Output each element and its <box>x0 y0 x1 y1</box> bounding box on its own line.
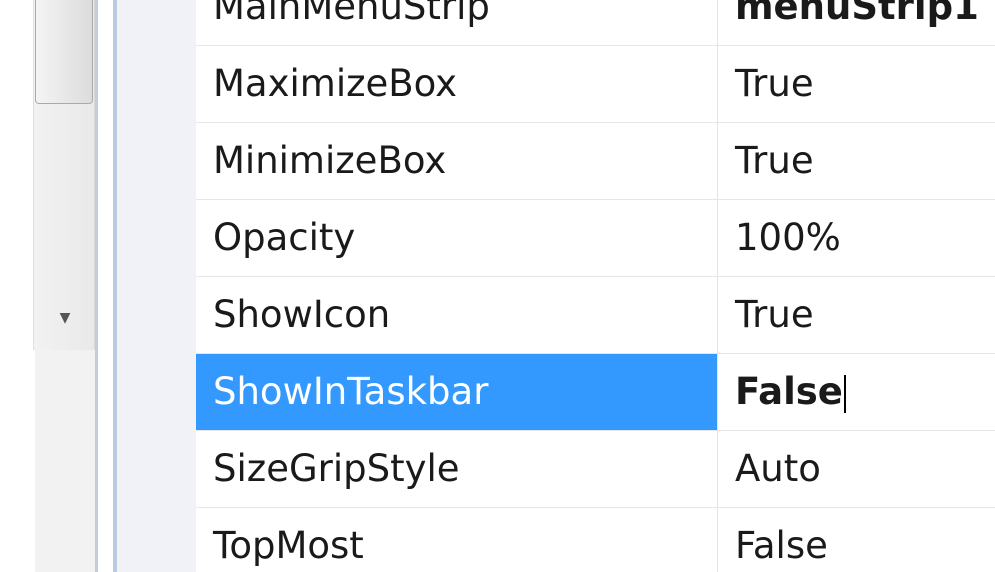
property-name: SizeGripStyle <box>213 447 460 490</box>
property-value[interactable]: False <box>718 508 995 572</box>
property-row-opacity[interactable]: Opacity 100% <box>196 200 995 277</box>
property-row-size-grip-style[interactable]: SizeGripStyle Auto <box>196 431 995 508</box>
property-row-top-most[interactable]: TopMost False <box>196 508 995 572</box>
property-name: ShowInTaskbar <box>196 354 717 430</box>
property-value-editor[interactable]: False <box>718 354 995 430</box>
grid-margin-column <box>117 0 196 572</box>
scrollbar-thumb[interactable] <box>35 0 93 104</box>
property-value[interactable]: 100% <box>718 200 995 276</box>
chevron-down-icon[interactable]: ▼ <box>55 310 75 326</box>
property-row-show-in-taskbar[interactable]: ShowInTaskbar False <box>196 354 995 431</box>
property-name: MinimizeBox <box>213 139 447 182</box>
property-value[interactable]: menuStrip1 <box>718 0 995 45</box>
property-row-show-icon[interactable]: ShowIcon True <box>196 277 995 354</box>
property-row-main-menu-strip[interactable]: MainMenuStrip menuStrip1 <box>196 0 995 46</box>
property-grid: MainMenuStrip menuStrip1 MaximizeBox Tru… <box>196 0 995 572</box>
property-name: MainMenuStrip <box>213 0 490 28</box>
property-value[interactable]: True <box>718 123 995 199</box>
property-value-text: False <box>735 370 843 413</box>
property-row-maximize-box[interactable]: MaximizeBox True <box>196 46 995 123</box>
property-name: Opacity <box>213 216 356 259</box>
property-value[interactable]: True <box>718 46 995 122</box>
property-value[interactable]: Auto <box>718 431 995 507</box>
property-name: MaximizeBox <box>213 62 458 105</box>
panel-gap <box>98 0 113 572</box>
property-row-minimize-box[interactable]: MinimizeBox True <box>196 123 995 200</box>
property-name: ShowIcon <box>213 293 391 336</box>
properties-window: ▼ MainMenuStrip menuStrip1 MaximizeBox T… <box>0 0 995 572</box>
property-value[interactable]: True <box>718 277 995 353</box>
property-name: TopMost <box>213 524 364 567</box>
left-edge-strip <box>0 0 35 572</box>
text-caret <box>843 374 846 413</box>
